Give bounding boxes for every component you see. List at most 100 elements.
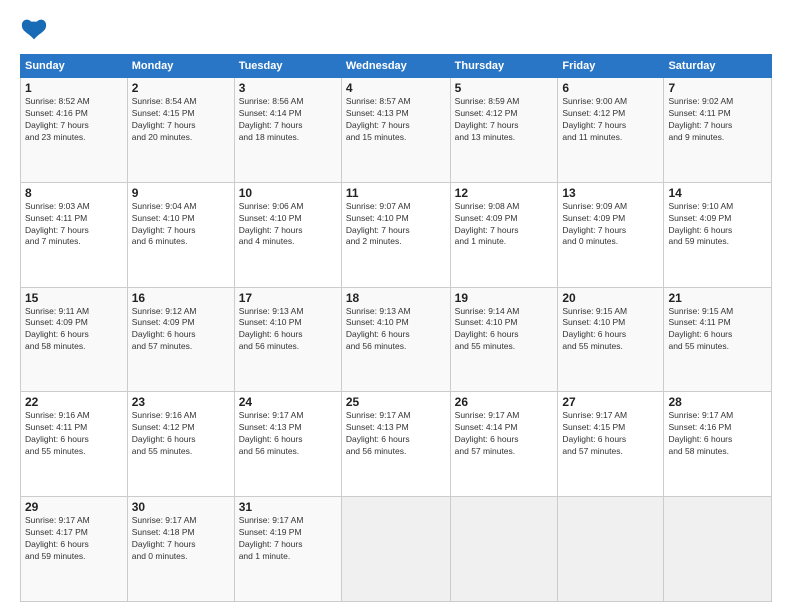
day-number: 24 <box>239 395 337 409</box>
calendar-cell: 29Sunrise: 9:17 AM Sunset: 4:17 PM Dayli… <box>21 497 128 602</box>
calendar-cell <box>664 497 772 602</box>
calendar-week-1: 1Sunrise: 8:52 AM Sunset: 4:16 PM Daylig… <box>21 78 772 183</box>
day-info: Sunrise: 9:03 AM Sunset: 4:11 PM Dayligh… <box>25 201 123 249</box>
calendar-cell: 4Sunrise: 8:57 AM Sunset: 4:13 PM Daylig… <box>341 78 450 183</box>
day-info: Sunrise: 9:08 AM Sunset: 4:09 PM Dayligh… <box>455 201 554 249</box>
calendar-week-2: 8Sunrise: 9:03 AM Sunset: 4:11 PM Daylig… <box>21 182 772 287</box>
day-number: 1 <box>25 81 123 95</box>
day-info: Sunrise: 9:09 AM Sunset: 4:09 PM Dayligh… <box>562 201 659 249</box>
calendar-cell: 21Sunrise: 9:15 AM Sunset: 4:11 PM Dayli… <box>664 287 772 392</box>
calendar-cell: 7Sunrise: 9:02 AM Sunset: 4:11 PM Daylig… <box>664 78 772 183</box>
day-info: Sunrise: 9:04 AM Sunset: 4:10 PM Dayligh… <box>132 201 230 249</box>
day-number: 21 <box>668 291 767 305</box>
day-info: Sunrise: 9:17 AM Sunset: 4:18 PM Dayligh… <box>132 515 230 563</box>
day-number: 8 <box>25 186 123 200</box>
day-info: Sunrise: 9:00 AM Sunset: 4:12 PM Dayligh… <box>562 96 659 144</box>
header <box>20 16 772 44</box>
calendar-week-4: 22Sunrise: 9:16 AM Sunset: 4:11 PM Dayli… <box>21 392 772 497</box>
day-number: 31 <box>239 500 337 514</box>
calendar-header-sunday: Sunday <box>21 55 128 78</box>
day-info: Sunrise: 9:16 AM Sunset: 4:11 PM Dayligh… <box>25 410 123 458</box>
calendar-header-row: SundayMondayTuesdayWednesdayThursdayFrid… <box>21 55 772 78</box>
calendar-cell: 2Sunrise: 8:54 AM Sunset: 4:15 PM Daylig… <box>127 78 234 183</box>
calendar-cell: 17Sunrise: 9:13 AM Sunset: 4:10 PM Dayli… <box>234 287 341 392</box>
calendar-header-saturday: Saturday <box>664 55 772 78</box>
calendar-cell: 14Sunrise: 9:10 AM Sunset: 4:09 PM Dayli… <box>664 182 772 287</box>
day-number: 13 <box>562 186 659 200</box>
day-number: 4 <box>346 81 446 95</box>
calendar-cell: 10Sunrise: 9:06 AM Sunset: 4:10 PM Dayli… <box>234 182 341 287</box>
calendar-cell <box>450 497 558 602</box>
day-info: Sunrise: 9:16 AM Sunset: 4:12 PM Dayligh… <box>132 410 230 458</box>
day-info: Sunrise: 8:54 AM Sunset: 4:15 PM Dayligh… <box>132 96 230 144</box>
calendar-cell: 31Sunrise: 9:17 AM Sunset: 4:19 PM Dayli… <box>234 497 341 602</box>
logo <box>20 16 52 44</box>
calendar-week-5: 29Sunrise: 9:17 AM Sunset: 4:17 PM Dayli… <box>21 497 772 602</box>
day-info: Sunrise: 9:17 AM Sunset: 4:19 PM Dayligh… <box>239 515 337 563</box>
day-info: Sunrise: 9:11 AM Sunset: 4:09 PM Dayligh… <box>25 306 123 354</box>
calendar-table: SundayMondayTuesdayWednesdayThursdayFrid… <box>20 54 772 602</box>
day-number: 23 <box>132 395 230 409</box>
day-info: Sunrise: 9:17 AM Sunset: 4:15 PM Dayligh… <box>562 410 659 458</box>
day-number: 10 <box>239 186 337 200</box>
day-number: 27 <box>562 395 659 409</box>
calendar-header-monday: Monday <box>127 55 234 78</box>
calendar-cell: 12Sunrise: 9:08 AM Sunset: 4:09 PM Dayli… <box>450 182 558 287</box>
day-info: Sunrise: 8:59 AM Sunset: 4:12 PM Dayligh… <box>455 96 554 144</box>
calendar-cell: 19Sunrise: 9:14 AM Sunset: 4:10 PM Dayli… <box>450 287 558 392</box>
day-number: 22 <box>25 395 123 409</box>
day-number: 15 <box>25 291 123 305</box>
day-info: Sunrise: 9:17 AM Sunset: 4:17 PM Dayligh… <box>25 515 123 563</box>
calendar-cell: 26Sunrise: 9:17 AM Sunset: 4:14 PM Dayli… <box>450 392 558 497</box>
page: SundayMondayTuesdayWednesdayThursdayFrid… <box>0 0 792 612</box>
day-number: 14 <box>668 186 767 200</box>
calendar-week-3: 15Sunrise: 9:11 AM Sunset: 4:09 PM Dayli… <box>21 287 772 392</box>
day-number: 6 <box>562 81 659 95</box>
calendar-cell: 13Sunrise: 9:09 AM Sunset: 4:09 PM Dayli… <box>558 182 664 287</box>
day-info: Sunrise: 9:06 AM Sunset: 4:10 PM Dayligh… <box>239 201 337 249</box>
calendar-cell: 22Sunrise: 9:16 AM Sunset: 4:11 PM Dayli… <box>21 392 128 497</box>
calendar-cell: 28Sunrise: 9:17 AM Sunset: 4:16 PM Dayli… <box>664 392 772 497</box>
calendar-cell: 5Sunrise: 8:59 AM Sunset: 4:12 PM Daylig… <box>450 78 558 183</box>
day-number: 7 <box>668 81 767 95</box>
calendar-cell: 3Sunrise: 8:56 AM Sunset: 4:14 PM Daylig… <box>234 78 341 183</box>
day-number: 11 <box>346 186 446 200</box>
calendar-cell: 27Sunrise: 9:17 AM Sunset: 4:15 PM Dayli… <box>558 392 664 497</box>
day-info: Sunrise: 9:17 AM Sunset: 4:13 PM Dayligh… <box>346 410 446 458</box>
day-info: Sunrise: 9:15 AM Sunset: 4:11 PM Dayligh… <box>668 306 767 354</box>
calendar-cell: 25Sunrise: 9:17 AM Sunset: 4:13 PM Dayli… <box>341 392 450 497</box>
day-info: Sunrise: 9:13 AM Sunset: 4:10 PM Dayligh… <box>239 306 337 354</box>
calendar-cell: 20Sunrise: 9:15 AM Sunset: 4:10 PM Dayli… <box>558 287 664 392</box>
calendar-cell: 18Sunrise: 9:13 AM Sunset: 4:10 PM Dayli… <box>341 287 450 392</box>
day-info: Sunrise: 9:07 AM Sunset: 4:10 PM Dayligh… <box>346 201 446 249</box>
day-number: 5 <box>455 81 554 95</box>
day-number: 2 <box>132 81 230 95</box>
calendar-cell <box>341 497 450 602</box>
day-number: 17 <box>239 291 337 305</box>
day-info: Sunrise: 9:15 AM Sunset: 4:10 PM Dayligh… <box>562 306 659 354</box>
day-info: Sunrise: 9:17 AM Sunset: 4:14 PM Dayligh… <box>455 410 554 458</box>
day-number: 29 <box>25 500 123 514</box>
day-info: Sunrise: 9:17 AM Sunset: 4:13 PM Dayligh… <box>239 410 337 458</box>
calendar-cell: 6Sunrise: 9:00 AM Sunset: 4:12 PM Daylig… <box>558 78 664 183</box>
day-info: Sunrise: 9:17 AM Sunset: 4:16 PM Dayligh… <box>668 410 767 458</box>
day-info: Sunrise: 9:13 AM Sunset: 4:10 PM Dayligh… <box>346 306 446 354</box>
day-info: Sunrise: 9:02 AM Sunset: 4:11 PM Dayligh… <box>668 96 767 144</box>
calendar-header-thursday: Thursday <box>450 55 558 78</box>
calendar-cell: 11Sunrise: 9:07 AM Sunset: 4:10 PM Dayli… <box>341 182 450 287</box>
day-info: Sunrise: 8:52 AM Sunset: 4:16 PM Dayligh… <box>25 96 123 144</box>
day-number: 26 <box>455 395 554 409</box>
calendar-cell: 15Sunrise: 9:11 AM Sunset: 4:09 PM Dayli… <box>21 287 128 392</box>
calendar-header-tuesday: Tuesday <box>234 55 341 78</box>
day-info: Sunrise: 8:57 AM Sunset: 4:13 PM Dayligh… <box>346 96 446 144</box>
calendar-cell: 8Sunrise: 9:03 AM Sunset: 4:11 PM Daylig… <box>21 182 128 287</box>
calendar-cell: 9Sunrise: 9:04 AM Sunset: 4:10 PM Daylig… <box>127 182 234 287</box>
day-number: 3 <box>239 81 337 95</box>
logo-icon <box>20 16 48 44</box>
day-info: Sunrise: 9:10 AM Sunset: 4:09 PM Dayligh… <box>668 201 767 249</box>
calendar-cell: 24Sunrise: 9:17 AM Sunset: 4:13 PM Dayli… <box>234 392 341 497</box>
day-number: 30 <box>132 500 230 514</box>
day-number: 19 <box>455 291 554 305</box>
calendar-header-wednesday: Wednesday <box>341 55 450 78</box>
day-info: Sunrise: 9:14 AM Sunset: 4:10 PM Dayligh… <box>455 306 554 354</box>
